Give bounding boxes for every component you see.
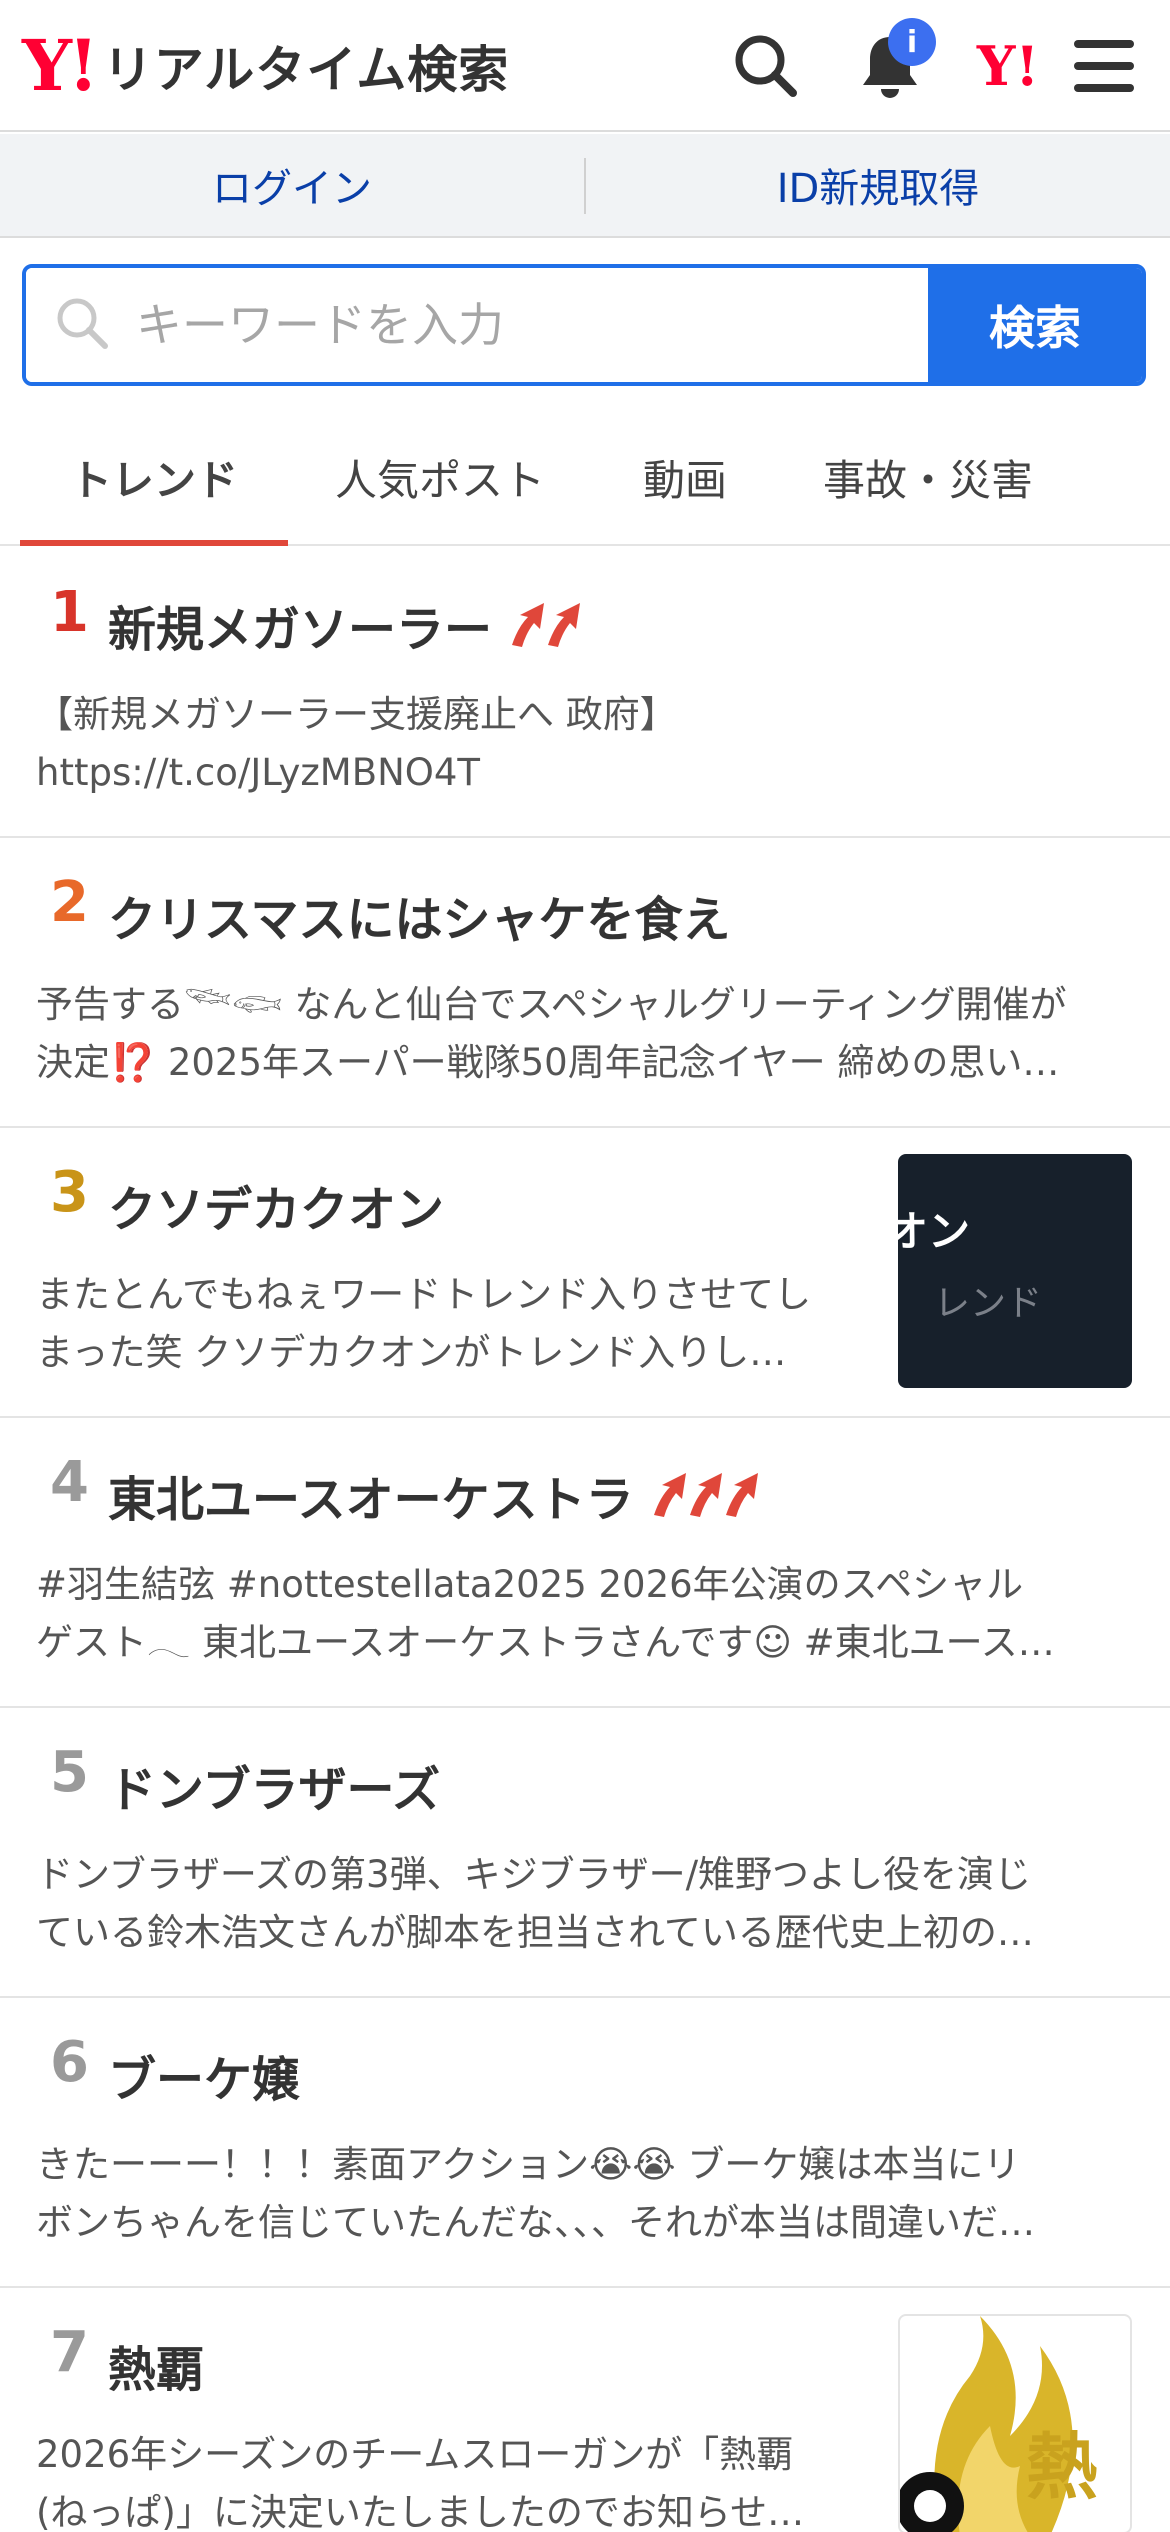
snippet-line: ドンブラザーズの第3弾、キジブラザー/雉野つよし役を演じ [36, 1853, 1032, 1896]
menu-icon[interactable] [1066, 28, 1142, 104]
search-input[interactable] [136, 298, 836, 352]
trend-snippet: 2026年シーズンのチームスローガンが「熱覇 (ねっぱ)」に決定いたしましたので… [36, 2426, 856, 2532]
login-link[interactable]: ログイン [0, 134, 584, 236]
trend-item-7[interactable]: 7 熱覇 2026年シーズンのチームスローガンが「熱覇 (ねっぱ)」に決定いたし… [0, 2288, 1170, 2532]
category-tabs: トレンド 人気ポスト 動画 事故・災害 [0, 410, 1170, 546]
trend-title-text: ドンブラザーズ [108, 1762, 441, 1818]
trend-rank: 7 [50, 2320, 89, 2385]
trend-up-arrow-icon [725, 1473, 758, 1517]
snippet-line: ゲスト𓂃 東北ユースオーケストラさんです☺ #東北ユース… [36, 1621, 1055, 1664]
snippet-line: 【新規メガソーラー支援廃止へ 政府】 [36, 693, 677, 736]
trend-up-arrow-icons [650, 1471, 758, 1519]
trend-snippet: #羽生結弦 #nottestellata2025 2026年公演のスペシャル ゲ… [36, 1556, 1126, 1672]
search-button[interactable]: 検索 [928, 268, 1142, 382]
trend-snippet: ドンブラザーズの第3弾、キジブラザー/雉野つよし役を演じ ている鈴木浩文さんが脚… [36, 1846, 1126, 1962]
thumbnail-subtext: レンド [934, 1283, 1043, 1324]
trend-title: 東北ユースオーケストラ [108, 1460, 758, 1530]
yahoo-small-logo: Y! [976, 34, 1040, 98]
trend-snippet: 【新規メガソーラー支援廃止へ 政府】 https://t.co/JLyzMBNO… [36, 686, 1126, 802]
trend-title-text: クソデカクオン [108, 1182, 445, 1238]
trend-title: ドンブラザーズ [108, 1750, 440, 1820]
search-field[interactable] [26, 268, 928, 382]
logo-y: Y [22, 24, 72, 107]
register-link[interactable]: ID新規取得 [586, 134, 1170, 236]
snippet-line: #羽生結弦 #nottestellata2025 2026年公演のスペシャル [36, 1563, 1024, 1606]
trend-title-text: ブーケ嬢 [108, 2052, 301, 2108]
trend-item-1[interactable]: 1 新規メガソーラー 【新規メガソーラー支援廃止へ 政府】 https://t.… [0, 548, 1170, 838]
snippet-line: 決定⁉️ 2025年スーパー戦隊50周年記念イヤー 締めの思い… [36, 1041, 1060, 1084]
trend-rank: 3 [50, 1160, 89, 1225]
trend-title-text: 新規メガソーラー [108, 602, 493, 658]
snippet-line: きたーーー！！！素面アクション😭😭 ブーケ嬢は本当にリ [36, 2143, 1021, 2186]
trend-title: クリスマスにはシャケを食え [108, 880, 731, 950]
logo-text: リアルタイム検索 [102, 41, 510, 99]
thumbnail-text: 熱 [1026, 2425, 1099, 2509]
snippet-line: ている鈴木浩文さんが脚本を担当されている歴代史上初の… [36, 1911, 1034, 1954]
trend-item-5[interactable]: 5 ドンブラザーズ ドンブラザーズの第3弾、キジブラザー/雉野つよし役を演じ て… [0, 1708, 1170, 1998]
trend-item-6[interactable]: 6 ブーケ嬢 きたーーー！！！素面アクション😭😭 ブーケ嬢は本当にリ ボンちゃん… [0, 1998, 1170, 2288]
trend-thumbnail[interactable]: 熱 [898, 2314, 1132, 2532]
login-bar: ログイン ID新規取得 [0, 134, 1170, 238]
yahoo-top-link[interactable]: Y! [968, 28, 1048, 104]
notification-badge: i [888, 18, 936, 66]
trend-snippet: またとんでもねぇワードトレンド入りさせてし まった笑 クソデカクオンがトレンド入… [36, 1266, 856, 1382]
trend-title-text: 東北ユースオーケストラ [108, 1472, 634, 1528]
trend-rank: 4 [50, 1450, 89, 1515]
trend-snippet: きたーーー！！！素面アクション😭😭 ブーケ嬢は本当にリ ボンちゃんを信じていたん… [36, 2136, 1126, 2252]
snippet-line: (ねっぱ)」に決定いたしましたのでお知らせ… [36, 2491, 805, 2532]
logo-exclamation: ! [67, 24, 99, 107]
snippet-line: ボンちゃんを信じていたんだな、、、それが本当は間違いだ… [36, 2201, 1035, 2244]
trend-list: 1 新規メガソーラー 【新規メガソーラー支援廃止へ 政府】 https://t.… [0, 548, 1170, 2532]
trend-rank: 5 [50, 1740, 89, 1805]
trend-title-text: 熱覇 [108, 2342, 205, 2398]
trend-item-4[interactable]: 4 東北ユースオーケストラ #羽生結弦 #nottestellata2025 2… [0, 1418, 1170, 1708]
trend-item-3[interactable]: 3 クソデカクオン またとんでもねぇワードトレンド入りさせてし まった笑 クソデ… [0, 1128, 1170, 1418]
trend-rank: 1 [50, 580, 89, 645]
snippet-line: 2026年シーズンのチームスローガンが「熱覇 [36, 2433, 794, 2476]
tab-trend[interactable]: トレンド [20, 410, 288, 546]
thumbnail-text: オン [898, 1207, 971, 1256]
trend-snippet: 予告する𓆝𓆟 なんと仙台でスペシャルグリーティング開催が 決定⁉️ 2025年ス… [36, 976, 1126, 1092]
trend-up-arrow-icon [548, 603, 581, 647]
trend-up-arrow-icons [508, 601, 581, 649]
magnifier-icon [54, 295, 110, 355]
yahoo-realtime-logo[interactable]: Y ! リアルタイム検索 [22, 26, 509, 106]
search-bar: 検索 [22, 264, 1146, 386]
trend-rank: 2 [50, 870, 89, 935]
trend-title: ブーケ嬢 [108, 2040, 300, 2110]
snippet-line: https://t.co/JLyzMBNO4T [36, 751, 481, 794]
tab-accidents-disasters[interactable]: 事故・災害 [778, 410, 1078, 544]
tab-videos[interactable]: 動画 [592, 410, 778, 544]
search-icon[interactable] [728, 28, 804, 104]
trend-title: 新規メガソーラー [108, 590, 581, 660]
snippet-line: 予告する𓆝𓆟 なんと仙台でスペシャルグリーティング開催が [36, 983, 1067, 1026]
trend-title-text: クリスマスにはシャケを食え [108, 892, 731, 948]
header: Y ! リアルタイム検索 i Y! [0, 0, 1170, 132]
notification-bell-icon[interactable]: i [852, 18, 936, 104]
snippet-line: またとんでもねぇワードトレンド入りさせてし [36, 1273, 812, 1316]
tab-popular-posts[interactable]: 人気ポスト [288, 410, 592, 544]
snippet-line: まった笑 クソデカクオンがトレンド入りし… [36, 1331, 787, 1374]
trend-thumbnail[interactable]: オン レンド [898, 1154, 1132, 1388]
trend-title: クソデカクオン [108, 1170, 444, 1240]
trend-title: 熱覇 [108, 2330, 204, 2400]
trend-item-2[interactable]: 2 クリスマスにはシャケを食え 予告する𓆝𓆟 なんと仙台でスペシャルグリーティン… [0, 838, 1170, 1128]
trend-rank: 6 [50, 2030, 89, 2095]
